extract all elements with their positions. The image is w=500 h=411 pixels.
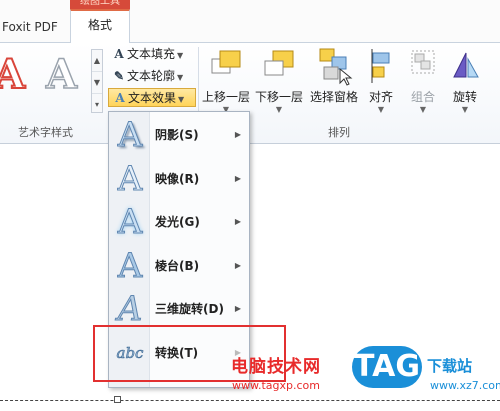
chevron-down-icon: ▼: [419, 105, 427, 114]
bring-forward-label: 上移一层: [202, 90, 251, 104]
resize-handle[interactable]: [114, 396, 121, 403]
3d-rotation-a-icon: A: [117, 289, 143, 329]
submenu-arrow-icon: ▶: [234, 304, 241, 313]
submenu-arrow-icon: ▶: [234, 217, 241, 226]
tab-foxit-pdf[interactable]: Foxit PDF: [0, 12, 64, 42]
gallery-scroll-up-icon[interactable]: ▲: [92, 50, 102, 72]
menu-item-label: 棱台(B): [155, 259, 200, 273]
menu-item-shadow[interactable]: A 阴影(S) ▶: [109, 114, 249, 156]
drawing-tools-context-header: 绘图工具: [70, 0, 130, 9]
text-effects-icon: A: [115, 91, 125, 105]
chevron-down-icon: ▼: [177, 51, 184, 60]
send-backward-button[interactable]: 下移一层 ▼: [255, 45, 303, 114]
watermark-site-url: www.tagxp.com: [232, 379, 320, 392]
watermark-tag-logo: TAG: [352, 346, 422, 388]
glow-a-icon: A: [117, 202, 143, 242]
rotate-button[interactable]: 旋转 ▼: [448, 45, 482, 114]
selection-pane-button[interactable]: 选择窗格: [310, 45, 358, 105]
chevron-down-icon: ▼: [275, 105, 283, 114]
text-fill-label: 文本填充: [127, 47, 176, 61]
menu-item-reflection[interactable]: A 映像(R) ▶: [109, 158, 249, 200]
selection-pane-label: 选择窗格: [310, 90, 359, 104]
submenu-arrow-icon: ▶: [234, 174, 241, 183]
wordart-styles-group-label: 艺术字样式: [18, 126, 73, 139]
chevron-down-icon: ▼: [461, 105, 469, 114]
wordart-style-plain[interactable]: A: [45, 50, 78, 99]
text-outline-label: 文本轮廓: [127, 69, 176, 83]
send-backward-icon: [255, 45, 303, 89]
gallery-scroll-controls: ▲ ▼ ▾: [91, 49, 103, 113]
shadow-a-icon: A: [117, 115, 143, 155]
group-objects-icon: [408, 45, 438, 89]
text-effects-label: 文本效果: [128, 91, 177, 105]
send-backward-label: 下移一层: [255, 90, 304, 104]
watermark-site-name: 电脑技术网: [231, 357, 321, 377]
shape-selection-border: [0, 400, 500, 401]
menu-item-3d-rotation[interactable]: A 三维旋转(D) ▶: [109, 288, 249, 330]
selection-pane-icon: [310, 45, 358, 89]
chevron-down-icon: ▼: [377, 105, 385, 114]
gallery-scroll-down-icon[interactable]: ▼: [92, 72, 102, 94]
bevel-a-icon: A: [117, 246, 143, 286]
text-fill-button[interactable]: A 文本填充 ▼: [108, 45, 186, 64]
chevron-down-icon: ▼: [177, 73, 184, 82]
align-button[interactable]: 对齐 ▼: [366, 45, 396, 114]
menu-item-label: 映像(R): [155, 172, 200, 186]
arrange-group-label: 排列: [328, 126, 350, 139]
align-icon: [366, 45, 396, 89]
bring-forward-button[interactable]: 上移一层 ▼: [202, 45, 250, 114]
menu-item-label: 发光(G): [155, 215, 200, 229]
chevron-down-icon: ▼: [178, 95, 185, 104]
reflection-a-icon: A: [117, 159, 143, 199]
text-effects-button[interactable]: A 文本效果 ▼: [108, 88, 196, 107]
text-fill-icon: A: [114, 47, 124, 61]
ribbon-panel: A A ▲ ▼ ▾ A 文本填充 ▼ ✎ 文本轮廓 ▼ A 文本效果 ▼ 艺术字样式 上移一…: [0, 43, 500, 144]
rotate-icon: [448, 45, 482, 89]
bring-forward-icon: [202, 45, 250, 89]
align-label: 对齐: [368, 90, 393, 104]
rotate-label: 旋转: [452, 90, 477, 104]
wordart-style-red-outline[interactable]: A: [0, 50, 26, 99]
ribbon-tab-bar: 绘图工具 Foxit PDF 格式: [0, 0, 500, 43]
menu-item-bevel[interactable]: A 棱台(B) ▶: [109, 245, 249, 287]
text-outline-button[interactable]: ✎ 文本轮廓 ▼: [108, 67, 186, 86]
group-label: 组合: [410, 90, 435, 104]
watermark-download-url: www.xz7.com: [430, 379, 500, 392]
submenu-arrow-icon: ▶: [234, 130, 241, 139]
submenu-arrow-icon: ▶: [234, 261, 241, 270]
group-button[interactable]: 组合 ▼: [408, 45, 438, 114]
drawing-tools-label: 绘图工具: [80, 0, 120, 7]
menu-item-glow[interactable]: A 发光(G) ▶: [109, 201, 249, 243]
menu-item-label: 三维旋转(D): [155, 302, 224, 316]
menu-item-label: 阴影(S): [155, 128, 199, 142]
watermark-download-text: 下载站: [427, 357, 473, 375]
text-outline-pen-icon: ✎: [113, 69, 125, 83]
tab-format[interactable]: 格式: [70, 9, 130, 43]
gallery-more-icon[interactable]: ▾: [92, 94, 102, 115]
